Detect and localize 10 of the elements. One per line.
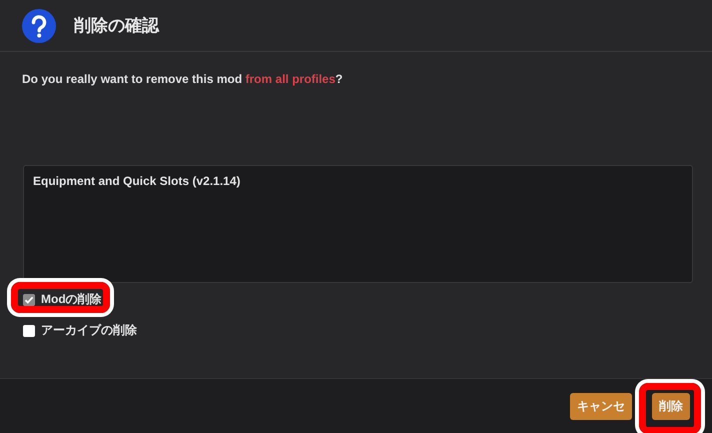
confirm-message: Do you really want to remove this mod from all profiles? — [22, 72, 344, 86]
mod-list: Equipment and Quick Slots (v2.1.14) — [23, 165, 693, 283]
delete-button[interactable]: 削除 — [652, 392, 690, 420]
checkbox-label: Modの削除 — [41, 291, 102, 308]
checkbox-label: アーカイブの削除 — [41, 322, 137, 339]
question-icon — [22, 8, 56, 42]
cancel-button[interactable]: キャンセ — [570, 392, 632, 420]
dialog-title: 削除の確認 — [74, 15, 159, 37]
checkbox[interactable] — [23, 324, 35, 336]
checkbox[interactable] — [23, 294, 35, 306]
